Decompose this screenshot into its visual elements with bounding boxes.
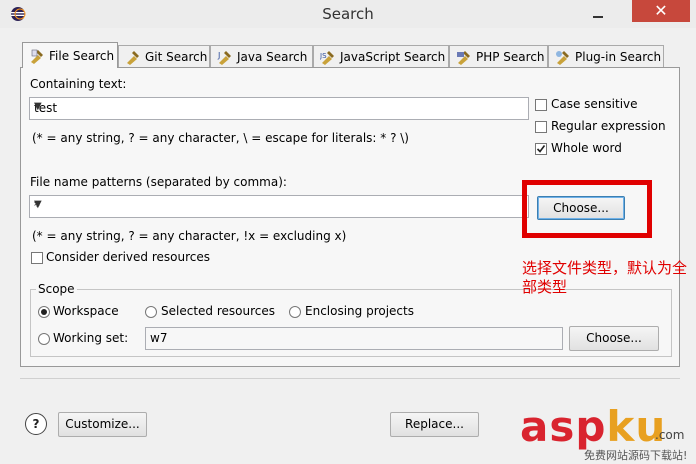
file-patterns-hint: (* = any string, ? = any character, !x =… xyxy=(32,229,347,243)
checkmark-icon xyxy=(536,145,546,153)
case-sensitive-label: Case sensitive xyxy=(551,97,638,111)
case-sensitive-checkbox[interactable] xyxy=(535,99,547,111)
choose-working-set-button[interactable]: Choose... xyxy=(569,326,659,351)
javascript-search-icon: JS xyxy=(320,50,334,65)
watermark-logo: aspku xyxy=(520,402,666,451)
minimize-button[interactable] xyxy=(586,8,610,20)
watermark-subtitle: 免费网站源码下载站! xyxy=(584,449,688,462)
selected-resources-radio[interactable] xyxy=(145,306,157,318)
selected-resources-label: Selected resources xyxy=(161,304,275,318)
annotation-text: 选择文件类型，默认为全部类型 xyxy=(522,259,688,296)
tab-php-search[interactable]: PHP Search xyxy=(449,45,548,67)
file-patterns-label: File name patterns (separated by comma): xyxy=(30,175,287,189)
working-set-value: w7 xyxy=(150,331,168,345)
derived-resources-checkbox[interactable] xyxy=(31,252,43,264)
working-set-radio[interactable] xyxy=(38,333,50,345)
close-button[interactable]: ✕ xyxy=(632,0,690,22)
tab-file-search[interactable]: File Search xyxy=(22,42,118,68)
chevron-down-icon[interactable]: ▼ xyxy=(34,199,526,210)
button-label: Choose... xyxy=(586,331,642,345)
plugin-search-icon xyxy=(556,50,569,65)
button-label: Replace... xyxy=(405,417,464,431)
tab-java-search[interactable]: J Java Search xyxy=(210,45,313,67)
highlight-box xyxy=(522,180,652,238)
svg-text:J: J xyxy=(217,51,220,60)
title-bar: Search ✕ xyxy=(0,0,696,28)
enclosing-projects-label: Enclosing projects xyxy=(305,304,414,318)
watermark-domain: .com xyxy=(655,428,685,442)
containing-text-input[interactable]: test ▼ xyxy=(29,97,529,120)
file-patterns-input[interactable]: * ▼ xyxy=(29,195,529,218)
tab-label: Java Search xyxy=(237,49,308,64)
help-icon[interactable]: ? xyxy=(25,413,47,435)
watermark-text-b: ku xyxy=(606,402,667,451)
workspace-label: Workspace xyxy=(53,304,119,318)
derived-resources-label: Consider derived resources xyxy=(46,250,210,264)
file-search-icon xyxy=(31,49,43,64)
whole-word-checkbox[interactable] xyxy=(535,143,547,155)
working-set-label: Working set: xyxy=(53,331,129,345)
tab-label: JavaScript Search xyxy=(340,49,446,64)
tab-javascript-search[interactable]: JS JavaScript Search xyxy=(313,45,449,67)
tab-git-search[interactable]: Git Search xyxy=(118,45,210,67)
enclosing-projects-radio[interactable] xyxy=(289,306,301,318)
button-label: Customize... xyxy=(65,417,140,431)
scope-legend: Scope xyxy=(36,282,77,296)
tab-label: File Search xyxy=(49,48,115,63)
php-search-icon xyxy=(457,50,470,65)
containing-text-label: Containing text: xyxy=(30,77,127,91)
regex-label: Regular expression xyxy=(551,119,666,133)
working-set-field[interactable]: w7 xyxy=(145,327,563,350)
workspace-radio[interactable] xyxy=(38,306,50,318)
tab-label: Plug-in Search xyxy=(575,49,662,64)
git-search-icon xyxy=(127,50,139,65)
tab-label: Git Search xyxy=(145,49,208,64)
java-search-icon: J xyxy=(217,50,231,65)
watermark-text-a: asp xyxy=(520,402,607,451)
containing-text-hint: (* = any string, ? = any character, \ = … xyxy=(32,131,409,145)
chevron-down-icon[interactable]: ▼ xyxy=(34,101,526,112)
divider xyxy=(20,378,680,379)
svg-text:JS: JS xyxy=(320,52,327,60)
whole-word-label: Whole word xyxy=(551,141,622,155)
tab-plugin-search[interactable]: Plug-in Search xyxy=(548,45,664,67)
tab-label: PHP Search xyxy=(476,49,545,64)
replace-button[interactable]: Replace... xyxy=(390,412,479,437)
regex-checkbox[interactable] xyxy=(535,121,547,133)
customize-button[interactable]: Customize... xyxy=(58,412,147,437)
